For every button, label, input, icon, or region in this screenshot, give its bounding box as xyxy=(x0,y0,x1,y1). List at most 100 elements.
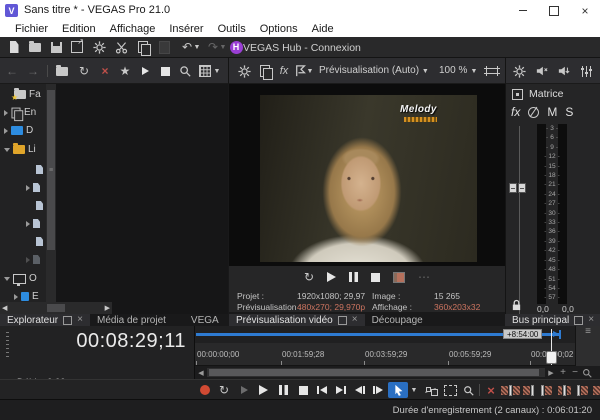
loop-playback-button[interactable]: ↻ xyxy=(216,383,232,397)
phase-invert-icon[interactable] xyxy=(528,107,539,118)
next-frame-button[interactable] xyxy=(370,383,386,397)
new-project-button[interactable] xyxy=(5,39,23,55)
explorer-stop-button[interactable] xyxy=(156,63,174,79)
grid-overlay-button[interactable] xyxy=(483,63,501,79)
float-window-icon[interactable] xyxy=(574,316,583,325)
current-timecode[interactable]: 00:08:29;11 xyxy=(0,330,186,353)
explorer-refresh-button[interactable]: ↻ xyxy=(75,63,93,79)
scrollbar-thumb[interactable]: ≡ xyxy=(47,90,55,250)
explorer-vertical-scrollbar[interactable]: ≡ xyxy=(46,84,56,302)
external-monitor-icon[interactable] xyxy=(393,272,405,283)
split-trim-left-button[interactable] xyxy=(557,383,572,397)
undo-dropdown[interactable]: ▼ xyxy=(192,39,202,55)
tool-dropdown[interactable]: ▼ xyxy=(409,383,419,397)
insert-bus-button[interactable] xyxy=(533,63,551,79)
tree-item-computer[interactable]: O xyxy=(4,272,37,285)
menu-affichage[interactable]: Affichage xyxy=(103,23,163,35)
loop-end-marker[interactable] xyxy=(559,330,561,339)
menu-outils[interactable]: Outils xyxy=(211,23,253,35)
go-to-start-button[interactable] xyxy=(314,383,330,397)
preview-quality-dropdown[interactable]: Prévisualisation (Auto) ▼ xyxy=(319,65,429,76)
tree-subitem[interactable] xyxy=(36,199,43,212)
previous-frame-button[interactable] xyxy=(352,383,368,397)
float-window-icon[interactable] xyxy=(338,316,347,325)
volume-fader-track[interactable] xyxy=(519,126,520,318)
trim-left-button[interactable] xyxy=(521,383,536,397)
tree-subitem[interactable] xyxy=(26,253,40,266)
preferences-button[interactable] xyxy=(90,39,108,55)
tree-subitem[interactable] xyxy=(26,217,40,230)
timeline-vertical-scrollbar[interactable]: ≡ xyxy=(575,326,600,366)
selection-edit-tool-button[interactable] xyxy=(441,383,459,397)
cut-button[interactable] xyxy=(112,39,130,55)
open-mixer-button[interactable] xyxy=(577,63,595,79)
explorer-play-button[interactable] xyxy=(136,63,154,79)
menu-options[interactable]: Options xyxy=(253,23,305,35)
close-tab-icon[interactable]: × xyxy=(352,315,358,325)
play-from-start-button[interactable] xyxy=(236,383,252,397)
pan-crop-dropdown[interactable]: ▼ xyxy=(305,63,315,79)
zoom-tool-button[interactable] xyxy=(581,368,593,378)
close-tab-icon[interactable]: × xyxy=(588,315,594,325)
close-tab-icon[interactable]: × xyxy=(77,315,83,325)
explorer-back-button[interactable]: ← xyxy=(3,63,21,79)
menu-fichier[interactable]: Fichier xyxy=(8,23,55,35)
video-output-fx-button[interactable]: fx xyxy=(275,63,293,79)
scrollbar-thumb[interactable] xyxy=(209,369,539,376)
minimize-button[interactable] xyxy=(508,0,538,21)
scrollbar-thumb[interactable] xyxy=(47,304,65,312)
save-project-button[interactable] xyxy=(47,39,65,55)
trim-clipped-button[interactable] xyxy=(593,383,600,397)
envelope-tool-button[interactable] xyxy=(421,383,439,397)
tab-vegas-overflow[interactable]: VEGA xyxy=(173,314,226,326)
timeline-scrollbar-track[interactable] xyxy=(207,368,545,377)
trim-right-button[interactable] xyxy=(539,383,554,397)
preview-zoom-value[interactable]: 100 % xyxy=(439,65,467,76)
bus-fx-button[interactable]: fx xyxy=(511,105,520,119)
tree-item-recordings[interactable]: En xyxy=(4,106,36,119)
loop-playback-icon[interactable]: ↻ xyxy=(304,271,314,283)
zoom-in-button[interactable]: + xyxy=(557,368,569,378)
scroll-right-button[interactable]: ▶ xyxy=(545,368,557,378)
scroll-right-icon[interactable]: ▶ xyxy=(105,305,110,312)
trim-start-button[interactable] xyxy=(503,383,518,397)
pause-button[interactable] xyxy=(275,383,291,397)
project-properties-button[interactable] xyxy=(68,39,86,55)
tree-item-favorites[interactable]: ★ Fa xyxy=(14,88,41,101)
explorer-delete-button[interactable]: × xyxy=(96,63,114,79)
close-button[interactable]: × xyxy=(570,0,600,21)
delete-button[interactable]: × xyxy=(484,383,498,397)
tree-subitem[interactable] xyxy=(36,163,43,176)
solo-button[interactable]: S xyxy=(565,105,573,119)
downmix-button[interactable] xyxy=(555,63,573,79)
explorer-file-pane[interactable] xyxy=(56,84,228,314)
explorer-autopreview-button[interactable] xyxy=(176,63,194,79)
tab-decoupage[interactable]: Découpage xyxy=(365,314,430,326)
tab-explorateur[interactable]: Explorateur × xyxy=(0,314,90,326)
paste-button[interactable] xyxy=(155,39,173,55)
play-icon[interactable] xyxy=(327,272,336,282)
play-button[interactable] xyxy=(255,383,271,397)
zoom-dropdown[interactable]: ▼ xyxy=(469,63,479,79)
explorer-favorite-button[interactable]: ★ xyxy=(116,63,134,79)
tree-item-drive[interactable]: D xyxy=(4,124,33,137)
tab-media-de-projet[interactable]: Média de projet xyxy=(90,314,173,326)
explorer-views-dropdown[interactable]: ▼ xyxy=(212,63,222,79)
zoom-edit-tool-button[interactable] xyxy=(460,383,476,397)
hub-connection-label[interactable]: VEGAS Hub - Connexion xyxy=(243,42,361,54)
preview-properties-button[interactable] xyxy=(235,63,253,79)
record-button[interactable] xyxy=(198,383,212,397)
menu-aide[interactable]: Aide xyxy=(305,23,341,35)
go-to-end-button[interactable] xyxy=(333,383,349,397)
volume-fader-right[interactable] xyxy=(518,183,526,193)
tab-bus-principal[interactable]: Bus principal × xyxy=(505,314,600,326)
explorer-forward-button[interactable]: → xyxy=(24,63,42,79)
more-options-icon[interactable]: ⋯ xyxy=(418,271,430,283)
float-window-icon[interactable] xyxy=(63,316,72,325)
meter-lock-button[interactable] xyxy=(511,299,522,312)
selection-tool-button[interactable] xyxy=(388,382,408,398)
copy-button[interactable] xyxy=(134,39,152,55)
stop-icon[interactable] xyxy=(371,273,380,282)
maximize-button[interactable] xyxy=(539,0,569,21)
zoom-out-button[interactable]: − xyxy=(569,368,581,378)
